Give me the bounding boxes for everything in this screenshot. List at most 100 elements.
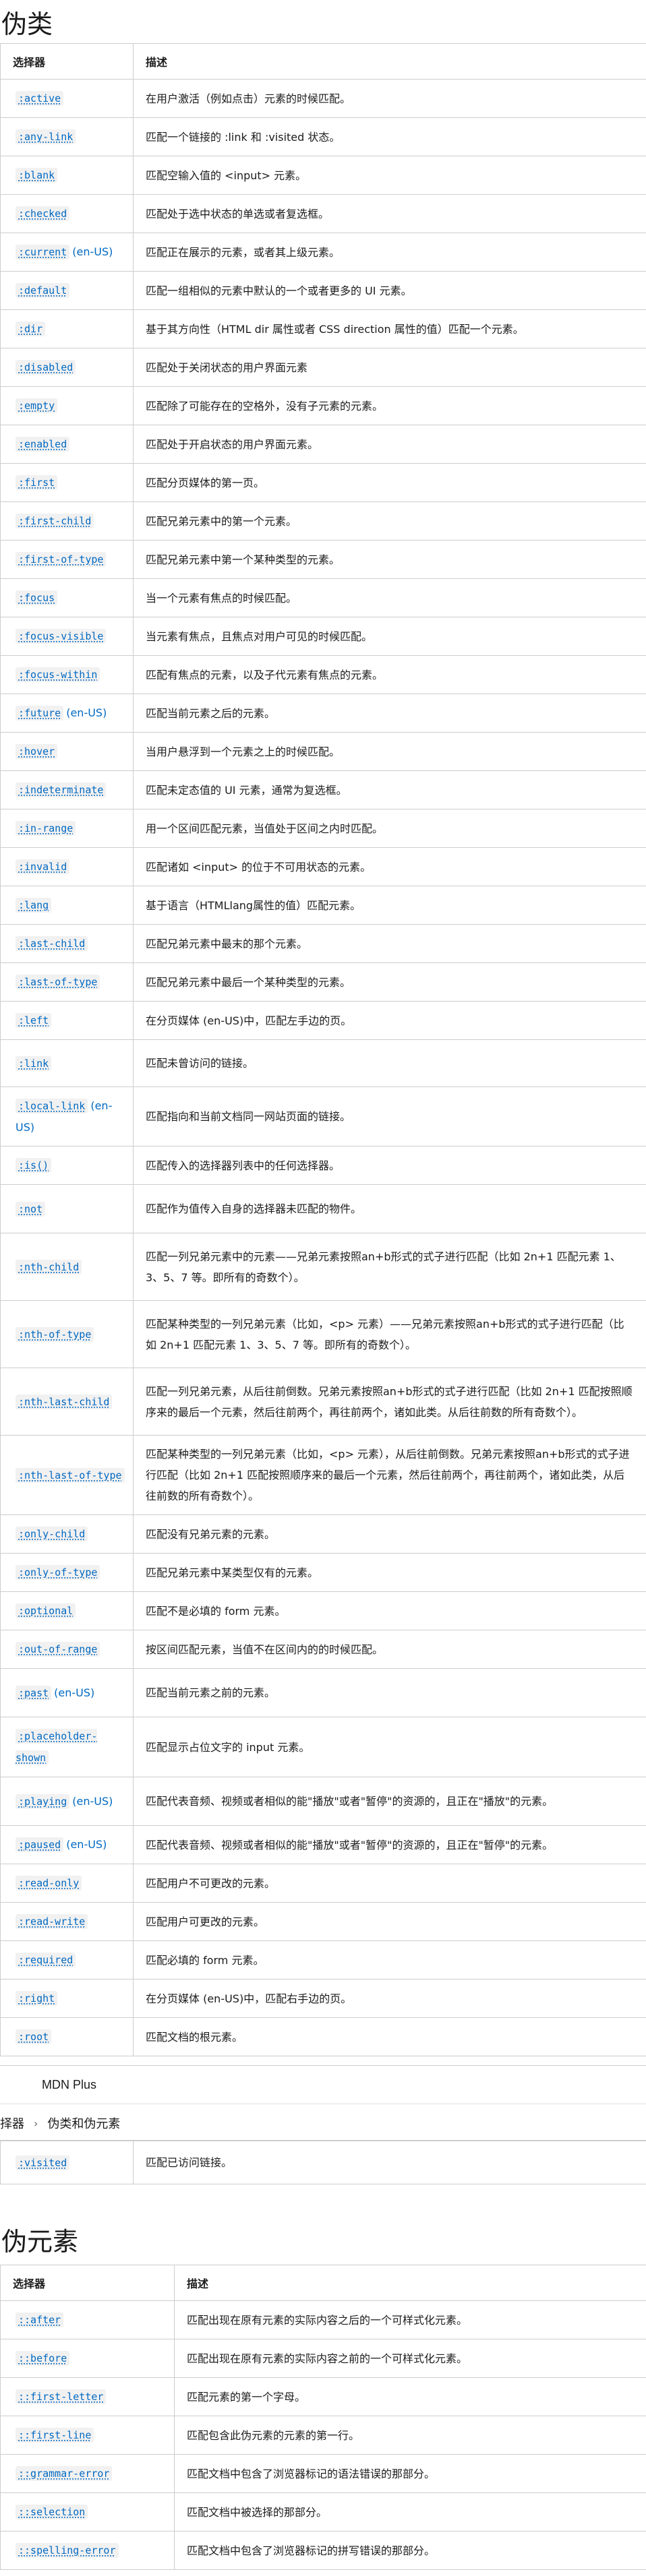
selector-link[interactable]: ::spelling-error xyxy=(16,2543,119,2558)
selector-link[interactable]: :not xyxy=(16,1201,46,1217)
selector-link[interactable]: :nth-last-child xyxy=(16,1394,113,1409)
selector-link[interactable]: ::first-line xyxy=(16,2428,94,2443)
selector-link[interactable]: :lang xyxy=(16,898,52,913)
selector-cell: :hover xyxy=(0,732,134,771)
selector-link[interactable]: :nth-last-of-type xyxy=(16,1467,125,1483)
selector-link[interactable]: :active xyxy=(16,91,64,106)
selector-link[interactable]: :is() xyxy=(16,1158,52,1173)
row-description: 匹配传入的选择器列表中的任何选择器。 xyxy=(133,1146,646,1185)
selector-link[interactable]: :read-only xyxy=(16,1876,82,1891)
locale-link[interactable]: (en-US) xyxy=(66,706,107,719)
selector-link[interactable]: :any-link xyxy=(16,129,76,144)
table-row: :optional 匹配不是必填的 form 元素。 xyxy=(0,1591,646,1630)
selector-link[interactable]: :current xyxy=(16,245,70,259)
selector-link[interactable]: :nth-child xyxy=(16,1259,82,1275)
selector-cell: ::first-line xyxy=(0,2416,175,2455)
selector-cell: :current (en-US) xyxy=(0,233,134,272)
locale-link[interactable]: (en-US) xyxy=(72,1795,113,1808)
row-description: 匹配有焦点的元素，以及子代元素有焦点的元素。 xyxy=(133,655,646,694)
selector-link[interactable]: :link xyxy=(16,1055,52,1071)
selector-cell: :right xyxy=(0,1979,134,2018)
selector-link[interactable]: :empty xyxy=(16,398,58,413)
selector-link[interactable]: :focus-within xyxy=(16,667,100,682)
selector-link[interactable]: :default xyxy=(16,283,70,298)
selector-cell: :future (en-US) xyxy=(0,694,134,733)
selector-link[interactable]: :hover xyxy=(16,744,58,759)
selector-link[interactable]: :focus xyxy=(16,590,58,605)
selector-link[interactable]: :paused xyxy=(16,1837,64,1852)
selector-link[interactable]: :future xyxy=(16,706,64,720)
breadcrumb-item-selectors[interactable]: 择器 xyxy=(0,2114,24,2132)
selector-link[interactable]: :invalid xyxy=(16,859,70,874)
row-description: 匹配包含此伪元素的元素的第一行。 xyxy=(174,2416,646,2455)
row-description: 匹配某种类型的一列兄弟元素（比如，<p> 元素），从后往前倒数。兄弟元素按照an… xyxy=(133,1435,646,1515)
breadcrumb-item-current[interactable]: 伪类和伪元素 xyxy=(47,2114,120,2132)
selector-cell: :root xyxy=(0,2017,134,2056)
selector-link[interactable]: :first-child xyxy=(16,514,94,528)
selector-link[interactable]: :playing xyxy=(16,1793,70,1809)
selector-link[interactable]: ::first-letter xyxy=(16,2389,107,2404)
row-description: 匹配作为值传入自身的选择器未匹配的物件。 xyxy=(133,1184,646,1233)
locale-link[interactable]: (en-US) xyxy=(66,1838,107,1851)
pseudo-elements-section: 伪元素 选择器 描述 ::after 匹配出现在原有元素的实际内容之后的一个可样式… xyxy=(0,2224,646,2570)
selector-link[interactable]: :last-child xyxy=(16,936,88,951)
selector-link[interactable]: :past xyxy=(16,1685,52,1700)
locale-link[interactable]: (en-US) xyxy=(72,245,113,258)
selector-link[interactable]: :disabled xyxy=(16,360,76,375)
table-row: :past (en-US) 匹配当前元素之前的元素。 xyxy=(0,1668,646,1717)
row-description: 匹配文档中包含了浏览器标记的拼写错误的那部分。 xyxy=(174,2531,646,2570)
row-description: 匹配未定态值的 UI 元素，通常为复选框。 xyxy=(133,770,646,809)
mdn-plus-link[interactable]: MDN Plus xyxy=(0,2078,96,2092)
selector-link[interactable]: :blank xyxy=(16,168,58,183)
selector-link[interactable]: :right xyxy=(16,1991,58,2006)
selector-link[interactable]: :root xyxy=(16,2029,52,2044)
row-description: 匹配已访问链接。 xyxy=(133,2141,646,2184)
sticky-header: MDN Plus 择器 › 伪类和伪元素 xyxy=(0,2065,646,2141)
table-row: :nth-last-of-type 匹配某种类型的一列兄弟元素（比如，<p> 元素… xyxy=(0,1435,646,1515)
selector-link[interactable]: :enabled xyxy=(16,437,70,452)
selector-link[interactable]: :required xyxy=(16,1953,76,1967)
row-description: 匹配兄弟元素中的第一个元素。 xyxy=(133,501,646,541)
selector-link[interactable]: :optional xyxy=(16,1603,76,1618)
selector-link[interactable]: :focus-visible xyxy=(16,629,107,644)
selector-cell: :is() xyxy=(0,1146,134,1185)
table-row: :nth-last-child 匹配一列兄弟元素，从后往前倒数。兄弟元素按照an+… xyxy=(0,1368,646,1436)
selector-link[interactable]: :left xyxy=(16,1013,52,1028)
selector-link[interactable]: ::selection xyxy=(16,2505,88,2519)
selector-link[interactable]: :out-of-range xyxy=(16,1642,100,1657)
locale-link[interactable]: (en-US) xyxy=(54,1686,94,1699)
table-row: :right 在分页媒体 (en-US)中，匹配右手边的页。 xyxy=(0,1979,646,2018)
selector-link[interactable]: :in-range xyxy=(16,821,76,836)
selector-link[interactable]: :first xyxy=(16,475,58,490)
selector-link[interactable]: :visited xyxy=(16,2155,70,2170)
row-description: 匹配兄弟元素中最末的那个元素。 xyxy=(133,924,646,963)
selector-link[interactable]: :only-of-type xyxy=(16,1565,100,1580)
row-description: 匹配分页媒体的第一页。 xyxy=(133,463,646,502)
row-description: 匹配元素的第一个字母。 xyxy=(174,2377,646,2416)
selector-link[interactable]: :placeholder-shown xyxy=(16,1729,98,1765)
selector-link[interactable]: ::before xyxy=(16,2351,70,2366)
row-description: 匹配指向和当前文档同一网站页面的链接。 xyxy=(133,1086,646,1146)
row-description: 匹配兄弟元素中第一个某种类型的元素。 xyxy=(133,540,646,579)
row-description: 匹配处于关闭状态的用户界面元素 xyxy=(133,348,646,387)
selector-link[interactable]: :checked xyxy=(16,206,70,221)
row-description: 匹配出现在原有元素的实际内容之后的一个可样式化元素。 xyxy=(174,2300,646,2339)
table-row: :only-child 匹配没有兄弟元素的元素。 xyxy=(0,1514,646,1554)
selector-link[interactable]: :local-link xyxy=(16,1099,88,1113)
selector-link[interactable]: :dir xyxy=(16,321,46,336)
selector-link[interactable]: :only-child xyxy=(16,1527,88,1541)
selector-cell: :focus xyxy=(0,578,134,617)
table-row: :local-link (en-US) 匹配指向和当前文档同一网站页面的链接。 xyxy=(0,1086,646,1146)
selector-link[interactable]: ::after xyxy=(16,2312,64,2327)
selector-cell: :required xyxy=(0,1940,134,1980)
selector-cell: ::grammar-error xyxy=(0,2454,175,2493)
row-description: 匹配文档中包含了浏览器标记的语法错误的那部分。 xyxy=(174,2454,646,2493)
selector-link[interactable]: :nth-of-type xyxy=(16,1326,94,1342)
selector-link[interactable]: :read-write xyxy=(16,1914,88,1929)
selector-link[interactable]: ::grammar-error xyxy=(16,2466,113,2481)
selector-link[interactable]: :first-of-type xyxy=(16,552,107,567)
selector-link[interactable]: :last-of-type xyxy=(16,975,100,989)
selector-link[interactable]: :indeterminate xyxy=(16,783,107,797)
row-description: 匹配一个链接的 :link 和 :visited 状态。 xyxy=(133,117,646,156)
selector-cell: :not xyxy=(0,1184,134,1233)
